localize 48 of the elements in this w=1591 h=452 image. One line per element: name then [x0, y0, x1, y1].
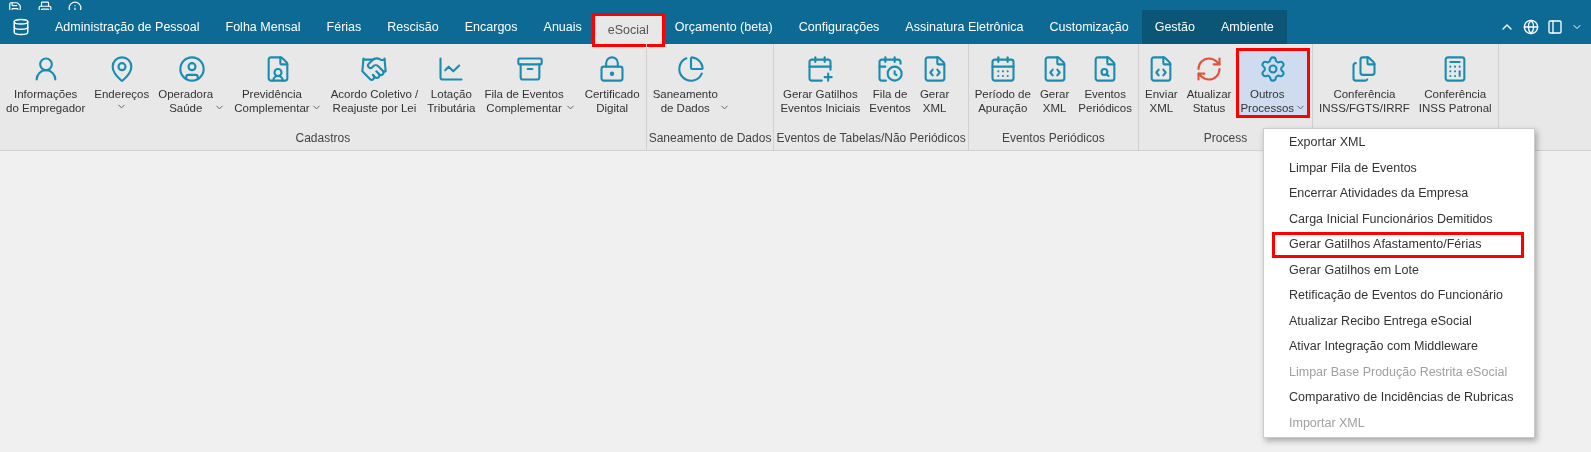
ribbon-button[interactable]: Lotação Tributária — [423, 48, 480, 118]
ribbon-button[interactable]: Fila de Eventos Complementar — [480, 48, 580, 118]
ribbon-button[interactable]: Conferência INSS Patronal — [1414, 48, 1496, 118]
ribbon-tab[interactable]: Folha Mensal — [212, 10, 314, 44]
ribbon-button[interactable]: Acordo Coletivo / Reajuste por Lei — [326, 48, 423, 118]
ribbon-button[interactable]: Outros Processos — [1236, 48, 1311, 118]
ribbon-button[interactable]: Gerar Gatilhos Eventos Iniciais — [776, 48, 865, 118]
ribbon-tab[interactable]: Ambiente — [1208, 10, 1287, 44]
menu-item[interactable]: Carga Inicial Funcionários Demitidos — [1272, 206, 1524, 232]
ribbon-tab[interactable]: Customização — [1036, 10, 1142, 44]
ribbon-tab[interactable]: Configurações — [785, 10, 893, 44]
ribbon-tab[interactable]: Anuais — [530, 10, 595, 44]
menu-item[interactable]: Gerar Gatilhos Afastamento/Férias — [1272, 232, 1524, 258]
ribbon-tab[interactable]: eSocial — [594, 16, 662, 44]
group-label: Eventos Periódicos — [1001, 130, 1105, 147]
ribbon-tab[interactable]: Assinatura Eletrônica — [892, 10, 1037, 44]
ribbon-button[interactable]: Saneamento de Dados — [648, 48, 734, 118]
menu-item[interactable]: Atualizar Recibo Entrega eSocial — [1272, 308, 1524, 334]
menu-item[interactable]: Ativar Integração com Middleware — [1272, 334, 1524, 360]
ribbon-button[interactable]: Conferência INSS/FGTS/IRRF — [1315, 48, 1414, 118]
ribbon-tab[interactable]: Férias — [313, 10, 375, 44]
ribbon-button[interactable]: Endereços — [90, 48, 154, 115]
ribbon-button[interactable]: Eventos Periódicos — [1074, 48, 1136, 118]
group-label: Saneamento de Dados — [648, 130, 772, 147]
ribbon-button[interactable]: Fila de Eventos — [865, 48, 915, 118]
ribbon-tab[interactable]: Encargos — [451, 10, 531, 44]
ribbon-tab[interactable]: Administração de Pessoal — [42, 10, 213, 44]
menu-item[interactable]: Exportar XML — [1272, 130, 1524, 156]
ribbon-button[interactable]: Atualizar Status — [1182, 48, 1236, 118]
ribbon-button[interactable]: Gerar XML — [1035, 48, 1074, 118]
ribbon-tab[interactable]: Gestão — [1141, 10, 1208, 44]
ribbon-tab[interactable]: Rescisão — [374, 10, 452, 44]
group-label: Eventos de Tabelas/Não Periódicos — [776, 130, 966, 147]
menu-item[interactable]: Retificação de Eventos do Funcionário — [1272, 283, 1524, 309]
menu-item[interactable]: Limpar Fila de Eventos — [1272, 155, 1524, 181]
ribbon-tab[interactable]: Orçamento (beta) — [661, 10, 786, 44]
ribbon-button[interactable]: Período de Apuração — [970, 48, 1035, 118]
ribbon-button[interactable]: Gerar XML — [915, 48, 954, 118]
menu-item[interactable]: Gerar Gatilhos em Lote — [1272, 257, 1524, 283]
ribbon-button[interactable]: Operadora Saúde — [154, 48, 230, 118]
ribbon-button[interactable]: Certificado Digital — [580, 48, 644, 118]
menu-item[interactable]: Comparativo de Incidências de Rubricas — [1272, 385, 1524, 411]
group-label: Cadastros — [295, 130, 351, 147]
menu-item[interactable]: Encerrar Atividades da Empresa — [1272, 181, 1524, 207]
ribbon-button[interactable]: Enviar XML — [1141, 48, 1182, 118]
group-label: Process — [1203, 130, 1248, 147]
ribbon-button[interactable]: Previdência Complementar — [230, 48, 326, 118]
ribbon-button[interactable]: Informações do Empregador — [2, 48, 90, 118]
